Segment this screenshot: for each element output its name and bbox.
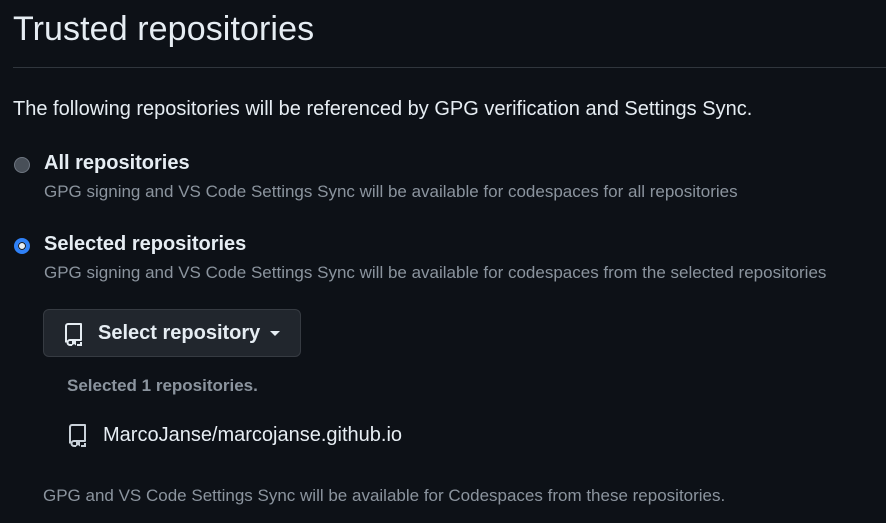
- select-repository-label: Select repository: [98, 322, 261, 344]
- all-repositories-label[interactable]: All repositories: [44, 152, 190, 175]
- list-item: MarcoJanse/marcojanse.github.io: [67, 421, 467, 449]
- selected-repositories-radio[interactable]: [14, 238, 30, 254]
- trusted-repositories-page: Trusted repositories The following repos…: [0, 0, 886, 523]
- all-repositories-description: GPG signing and VS Code Settings Sync wi…: [44, 182, 738, 201]
- title-divider: [13, 67, 886, 68]
- all-repositories-radio[interactable]: [14, 157, 30, 173]
- selected-repositories-label[interactable]: Selected repositories: [44, 233, 246, 256]
- selected-repositories-description: GPG signing and VS Code Settings Sync wi…: [44, 263, 827, 282]
- select-repository-button[interactable]: Select repository: [43, 309, 301, 357]
- repo-icon: [68, 423, 88, 452]
- triangle-down-icon: [270, 331, 280, 336]
- repo-icon: [64, 322, 84, 351]
- page-title: Trusted repositories: [13, 10, 315, 48]
- repository-name-link[interactable]: MarcoJanse/marcojanse.github.io: [103, 424, 402, 447]
- selected-count-text: Selected 1 repositories.: [67, 376, 258, 395]
- intro-text: The following repositories will be refer…: [13, 98, 753, 120]
- footer-note: GPG and VS Code Settings Sync will be av…: [43, 486, 726, 505]
